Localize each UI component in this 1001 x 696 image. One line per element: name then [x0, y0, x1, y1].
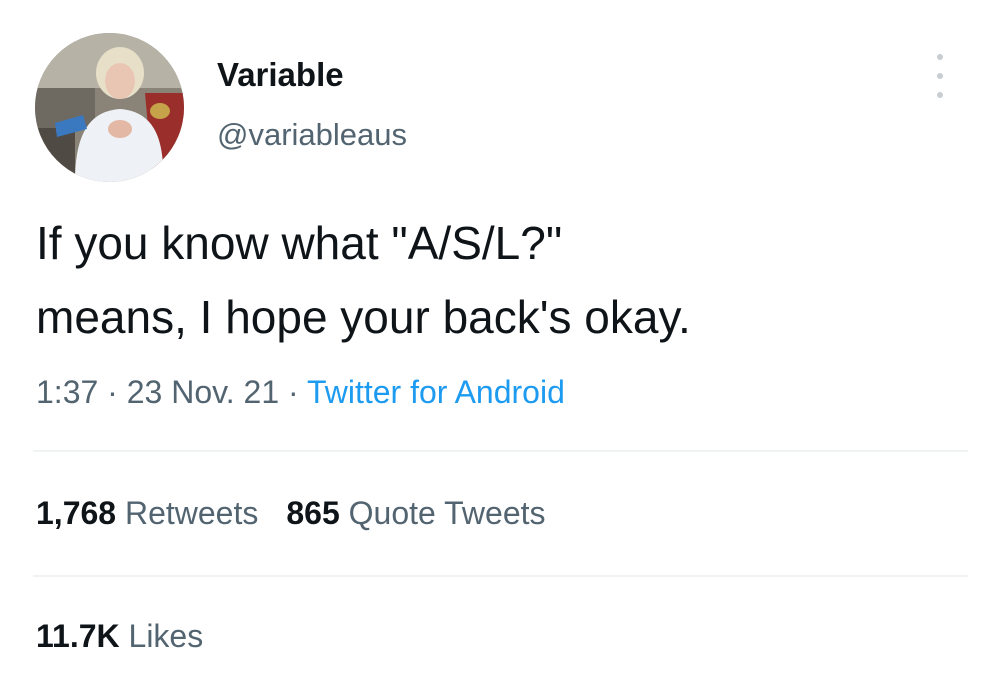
- avatar[interactable]: [35, 33, 184, 182]
- likes-count: 11.7K: [36, 618, 120, 654]
- tweet-text-line: If you know what "A/S/L?": [36, 217, 563, 269]
- quote-tweets-stat[interactable]: 865 Quote Tweets: [286, 495, 545, 531]
- more-dot: [937, 73, 943, 79]
- tweet-stats: 1,768 Retweets 865 Quote Tweets: [36, 495, 546, 532]
- tweet-text-line: means, I hope your back's okay.: [36, 291, 691, 343]
- display-name[interactable]: Variable: [217, 56, 344, 94]
- retweets-label: Retweets: [116, 495, 259, 531]
- tweet-card: Variable @variableaus If you know what "…: [0, 0, 1001, 696]
- more-vertical-icon[interactable]: [928, 54, 952, 98]
- tweet-text: If you know what "A/S/L?" means, I hope …: [36, 206, 966, 354]
- more-dot: [937, 54, 943, 60]
- user-handle[interactable]: @variableaus: [217, 117, 407, 153]
- retweets-stat[interactable]: 1,768 Retweets: [36, 495, 258, 531]
- quote-tweets-count: 865: [286, 495, 340, 531]
- likes-label: Likes: [119, 618, 204, 654]
- meta-separator: ·: [98, 374, 127, 410]
- divider: [33, 450, 968, 452]
- tweet-meta: 1:37 · 23 Nov. 21 · Twitter for Android: [36, 374, 565, 411]
- meta-separator: ·: [279, 374, 307, 410]
- more-dot: [937, 92, 943, 98]
- tweet-source-link[interactable]: Twitter for Android: [307, 374, 565, 410]
- quote-tweets-label: Quote Tweets: [339, 495, 546, 531]
- retweets-count: 1,768: [36, 495, 117, 531]
- likes-stat[interactable]: 11.7K Likes: [36, 618, 203, 655]
- avatar-image: [35, 33, 184, 182]
- tweet-time[interactable]: 1:37: [36, 374, 98, 410]
- tweet-date[interactable]: 23 Nov. 21: [127, 374, 279, 410]
- divider: [33, 575, 968, 577]
